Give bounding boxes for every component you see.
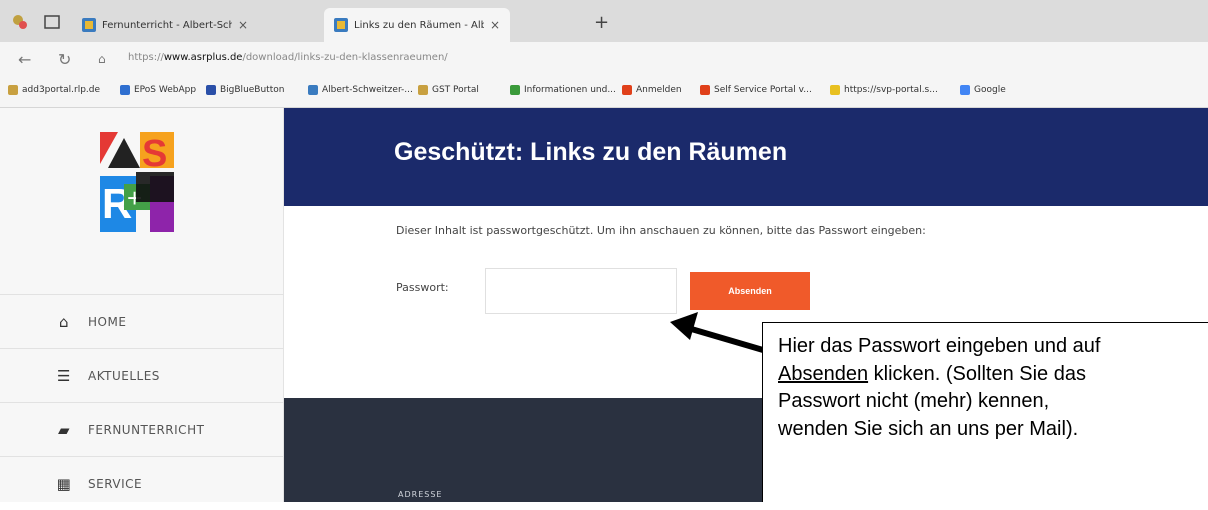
bookmark-label: Anmelden — [636, 85, 682, 95]
bookmark-item[interactable]: EPoS WebApp — [120, 85, 196, 95]
back-arrow-icon[interactable]: ← — [18, 50, 31, 69]
bookmark-favicon-icon — [418, 85, 428, 95]
bookmark-item[interactable]: Informationen und... — [510, 85, 616, 95]
bookmark-item[interactable]: GST Portal — [418, 85, 479, 95]
sidebar-item-aktuelles[interactable]: ☰ AKTUELLES — [0, 348, 284, 402]
tab-label: Links zu den Räumen - Albert-S — [354, 19, 484, 31]
bookmark-favicon-icon — [8, 85, 18, 95]
bookmark-favicon-icon — [206, 85, 216, 95]
bookmarks-bar: add3portal.rlp.de EPoS WebApp BigBlueButto… — [0, 76, 1208, 108]
bookmark-label: BigBlueButton — [220, 85, 285, 95]
bookmark-item[interactable]: Anmelden — [622, 85, 682, 95]
browser-tab-links[interactable]: Links zu den Räumen - Albert-S × — [324, 8, 511, 42]
bookmark-item[interactable]: BigBlueButton — [206, 85, 284, 95]
list-icon: ☰ — [57, 366, 71, 385]
url-field[interactable]: https://www.asrplus.de/download/links-zu… — [128, 52, 448, 63]
browser-tab-bar: Fernunterricht - Albert-Schweitz × Links… — [0, 0, 1208, 42]
url-path: /download/links-zu-den-klassenraeumen/ — [242, 52, 448, 63]
password-input[interactable] — [485, 268, 677, 314]
home-icon: ⌂ — [58, 312, 70, 331]
bookmark-item[interactable]: Google — [960, 85, 1006, 95]
sidebar-item-label: AKTUELLES — [88, 368, 160, 383]
school-favicon-icon — [82, 18, 96, 32]
bookmark-label: https://svp-portal.s... — [844, 85, 938, 95]
tab-label: Fernunterricht - Albert-Schweitz — [102, 19, 232, 31]
sidebar-item-label: SERVICE — [88, 476, 143, 491]
bookmark-favicon-icon — [510, 85, 520, 95]
new-tab-button[interactable]: + — [594, 12, 609, 33]
sidebar: S R + ⌂ HOME ☰ AKTUELLES ▰ FERNUNTERRICH… — [0, 108, 284, 502]
bookmark-label: EPoS WebApp — [134, 85, 197, 95]
bookmark-label: Self Service Portal v... — [714, 85, 812, 95]
close-tab-icon[interactable]: × — [238, 18, 248, 32]
footer-address-heading: ADRESSE — [398, 490, 443, 499]
asrp-logo[interactable]: S R + — [100, 132, 174, 232]
sidebar-item-fernunterricht[interactable]: ▰ FERNUNTERRICHT — [0, 402, 284, 456]
bookmark-label: Albert-Schweitzer-... — [322, 85, 413, 95]
sidebar-item-home[interactable]: ⌂ HOME — [0, 294, 284, 348]
page-title: Geschützt: Links zu den Räumen — [394, 138, 788, 166]
callout-line: Passwort nicht (mehr) kennen, — [778, 390, 1050, 412]
calendar-icon: ▦ — [56, 474, 72, 493]
svg-text:S: S — [142, 133, 167, 175]
url-prefix: https:// — [128, 52, 164, 63]
bookmark-item[interactable]: Self Service Portal v... — [700, 85, 812, 95]
callout-link-text: Absenden — [778, 362, 869, 385]
bookmark-favicon-icon — [830, 85, 840, 95]
profile-icon[interactable] — [10, 12, 32, 32]
bookmark-favicon-icon — [960, 85, 970, 95]
callout-line: wenden Sie sich an uns per Mail). — [778, 417, 1079, 440]
callout-line-rest: klicken. (Sollten Sie das — [868, 362, 1086, 385]
bookmark-item[interactable]: add3portal.rlp.de — [8, 85, 100, 95]
page-header: Geschützt: Links zu den Räumen — [284, 108, 1208, 206]
folder-icon: ▰ — [57, 420, 71, 439]
address-bar-row: ← ↻ ⌂ https://www.asrplus.de/download/li… — [0, 42, 1208, 76]
sidebar-item-label: FERNUNTERRICHT — [88, 422, 205, 437]
password-label: Passwort: — [396, 281, 449, 294]
instruction-callout: Hier das Passwort eingeben und auf Absen… — [762, 322, 1208, 502]
callout-line: Absenden klicken. (Sollten Sie das — [778, 361, 1208, 389]
callout-line: Hier das Passwort eingeben und auf — [778, 335, 1101, 357]
url-host: www.asrplus.de — [163, 52, 243, 63]
tab-actions-icon[interactable] — [42, 12, 64, 32]
bookmark-item[interactable]: https://svp-portal.s... — [830, 85, 938, 95]
bookmark-favicon-icon — [308, 85, 318, 95]
lock-icon[interactable]: ⌂ — [98, 52, 106, 66]
close-tab-icon[interactable]: × — [490, 18, 500, 32]
password-protected-note: Dieser Inhalt ist passwortgeschützt. Um … — [396, 224, 926, 237]
bookmark-favicon-icon — [120, 85, 130, 95]
bookmark-favicon-icon — [700, 85, 710, 95]
browser-tab-fernunterricht[interactable]: Fernunterricht - Albert-Schweitz × — [72, 8, 258, 42]
school-favicon-icon — [334, 18, 348, 32]
bookmark-favicon-icon — [622, 85, 632, 95]
sidebar-item-label: HOME — [88, 314, 127, 329]
bookmark-label: Google — [974, 85, 1006, 95]
bookmark-label: Informationen und... — [524, 85, 616, 95]
bookmark-label: GST Portal — [432, 85, 479, 95]
reload-icon[interactable]: ↻ — [58, 50, 71, 69]
bookmark-label: add3portal.rlp.de — [22, 85, 101, 95]
bookmark-item[interactable]: Albert-Schweitzer-... — [308, 85, 413, 95]
